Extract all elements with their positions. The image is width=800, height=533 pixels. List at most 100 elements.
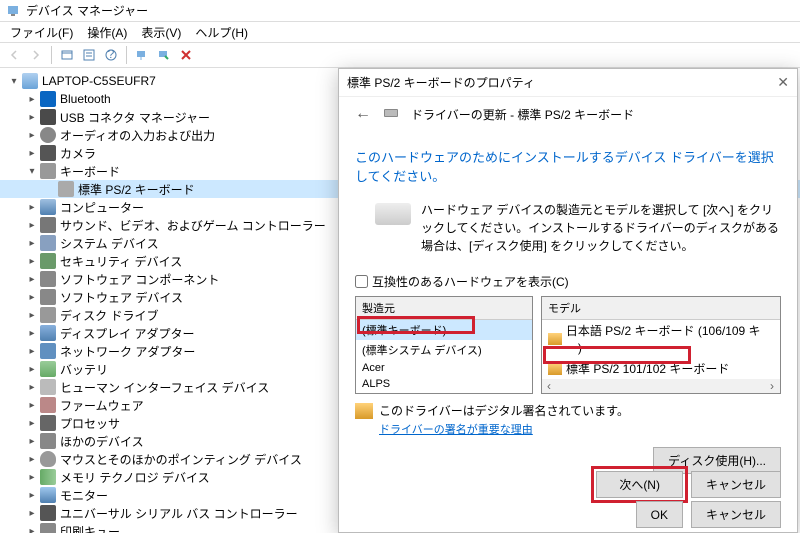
toolbar-properties-button[interactable] xyxy=(79,45,99,65)
expander-icon[interactable]: ▸ xyxy=(26,273,38,285)
menu-help[interactable]: ヘルプ(H) xyxy=(189,22,254,43)
expander-icon[interactable]: ▸ xyxy=(26,399,38,411)
kb-icon xyxy=(40,163,56,179)
monitor-icon xyxy=(40,487,56,503)
hid-icon xyxy=(40,379,56,395)
tree-item-label: ソフトウェア コンポーネント xyxy=(60,271,219,288)
model-header: モデル xyxy=(542,297,780,320)
window-title: デバイス マネージャー xyxy=(26,2,148,19)
expander-icon[interactable]: ▸ xyxy=(26,345,38,357)
toolbar-show-hidden-button[interactable] xyxy=(57,45,77,65)
menu-file[interactable]: ファイル(F) xyxy=(4,22,79,43)
expander-icon[interactable]: ▸ xyxy=(26,507,38,519)
svg-text:?: ? xyxy=(108,48,115,61)
tree-item-label: キーボード xyxy=(60,163,120,180)
expander-icon[interactable]: ▾ xyxy=(26,165,38,177)
expander-icon[interactable] xyxy=(44,183,56,195)
sys-icon xyxy=(40,235,56,251)
expander-icon[interactable]: ▾ xyxy=(8,75,20,87)
list-item[interactable]: (標準システム デバイス) xyxy=(356,340,532,360)
have-disk-button[interactable]: ディスク使用(H)... xyxy=(653,447,781,474)
signed-text: このドライバーはデジタル署名されています。 xyxy=(379,402,629,419)
toolbar-forward-button xyxy=(26,45,46,65)
net-icon xyxy=(40,343,56,359)
close-icon[interactable]: ✕ xyxy=(777,74,789,91)
list-item[interactable]: Acer xyxy=(356,360,532,376)
expander-icon[interactable]: ▸ xyxy=(26,363,38,375)
model-listbox[interactable]: モデル 日本語 PS/2 キーボード (106/109 キー)標準 PS/2 1… xyxy=(541,296,781,394)
kbchild-icon xyxy=(58,181,74,197)
list-item[interactable]: AT&T xyxy=(356,392,532,394)
tree-item-label: ユニバーサル シリアル バス コントローラー xyxy=(60,505,298,522)
properties-dialog: 標準 PS/2 キーボードのプロパティ ✕ ← ドライバーの更新 - 標準 PS… xyxy=(338,68,798,533)
expander-icon[interactable]: ▸ xyxy=(26,255,38,267)
expander-icon[interactable]: ▸ xyxy=(26,201,38,213)
expander-icon[interactable]: ▸ xyxy=(26,219,38,231)
usb-icon xyxy=(40,109,56,125)
expander-icon[interactable]: ▸ xyxy=(26,93,38,105)
menu-action[interactable]: 操作(A) xyxy=(81,22,133,43)
tree-item-label: ヒューマン インターフェイス デバイス xyxy=(60,379,269,396)
expander-icon[interactable]: ▸ xyxy=(26,237,38,249)
sound-icon xyxy=(40,217,56,233)
expander-icon[interactable]: ▸ xyxy=(26,327,38,339)
dialog-title-bar: 標準 PS/2 キーボードのプロパティ ✕ xyxy=(339,69,797,97)
cancel-button[interactable]: キャンセル xyxy=(691,501,781,528)
model-h-scrollbar[interactable]: ‹ xyxy=(542,379,764,393)
bt-icon xyxy=(40,91,56,107)
list-item[interactable]: 標準 PS/2 101/102 キーボード xyxy=(542,358,780,379)
tree-item-label: USB コネクタ マネージャー xyxy=(60,109,210,126)
scroll-left-icon[interactable]: ‹ xyxy=(542,379,556,393)
expander-icon[interactable]: ▸ xyxy=(26,525,38,533)
expander-icon[interactable]: ▸ xyxy=(26,381,38,393)
expander-icon[interactable]: ▸ xyxy=(26,291,38,303)
battery-icon xyxy=(40,361,56,377)
expander-icon[interactable]: ▸ xyxy=(26,309,38,321)
usbctrl-icon xyxy=(40,505,56,521)
certificate-icon xyxy=(355,403,373,419)
toolbar-help-button[interactable]: ? xyxy=(101,45,121,65)
compat-checkbox-label[interactable]: 互換性のあるハードウェアを表示(C) xyxy=(372,273,569,290)
mouse-icon xyxy=(40,451,56,467)
list-item[interactable]: (標準キーボード) xyxy=(356,320,532,340)
wizard-header-text: ドライバーの更新 - 標準 PS/2 キーボード xyxy=(411,106,634,123)
expander-icon[interactable]: ▸ xyxy=(26,435,38,447)
expander-icon[interactable]: ▸ xyxy=(26,453,38,465)
signing-info-link[interactable]: ドライバーの署名が重要な理由 xyxy=(379,424,533,436)
tree-item-label: カメラ xyxy=(60,145,96,162)
comp-icon xyxy=(40,199,56,215)
expander-icon[interactable]: ▸ xyxy=(26,111,38,123)
expander-icon[interactable]: ▸ xyxy=(26,129,38,141)
expander-icon[interactable]: ▸ xyxy=(26,489,38,501)
wizard-title: このハードウェアのためにインストールするデバイス ドライバーを選択してください。 xyxy=(355,147,781,185)
expander-icon[interactable]: ▸ xyxy=(26,417,38,429)
scroll-right-icon[interactable]: › xyxy=(764,379,780,393)
tree-item-label: ほかのデバイス xyxy=(60,433,144,450)
toolbar-update-button[interactable] xyxy=(154,45,174,65)
next-button[interactable]: 次へ(N) xyxy=(596,471,683,498)
compat-checkbox[interactable] xyxy=(355,275,368,288)
tree-item-label: マウスとそのほかのポインティング デバイス xyxy=(60,451,302,468)
tree-item-label: 標準 PS/2 キーボード xyxy=(78,181,195,198)
toolbar-back-button xyxy=(4,45,24,65)
toolbar-uninstall-button[interactable] xyxy=(176,45,196,65)
menu-bar: ファイル(F) 操作(A) 表示(V) ヘルプ(H) xyxy=(0,22,800,42)
tree-item-label: バッテリ xyxy=(60,361,108,378)
tree-item-label: ファームウェア xyxy=(60,397,144,414)
list-item[interactable]: 日本語 PS/2 キーボード (106/109 キー) xyxy=(542,320,780,358)
wizard-cancel-button[interactable]: キャンセル xyxy=(691,471,781,498)
expander-icon[interactable]: ▸ xyxy=(26,147,38,159)
toolbar-scan-button[interactable] xyxy=(132,45,152,65)
manufacturer-listbox[interactable]: 製造元 (標準キーボード)(標準システム デバイス)AcerALPSAT&T xyxy=(355,296,533,394)
camera-icon xyxy=(40,145,56,161)
driver-icon xyxy=(548,363,562,375)
tree-item-label: セキュリティ デバイス xyxy=(60,253,182,270)
expander-icon[interactable]: ▸ xyxy=(26,471,38,483)
ok-button[interactable]: OK xyxy=(636,501,683,528)
menu-view[interactable]: 表示(V) xyxy=(135,22,187,43)
tree-item-label: Bluetooth xyxy=(60,92,111,106)
fw-icon xyxy=(40,397,56,413)
list-item[interactable]: ALPS xyxy=(356,376,532,392)
back-arrow-icon[interactable]: ← xyxy=(355,105,371,123)
tree-item-label: ディスク ドライブ xyxy=(60,307,159,324)
